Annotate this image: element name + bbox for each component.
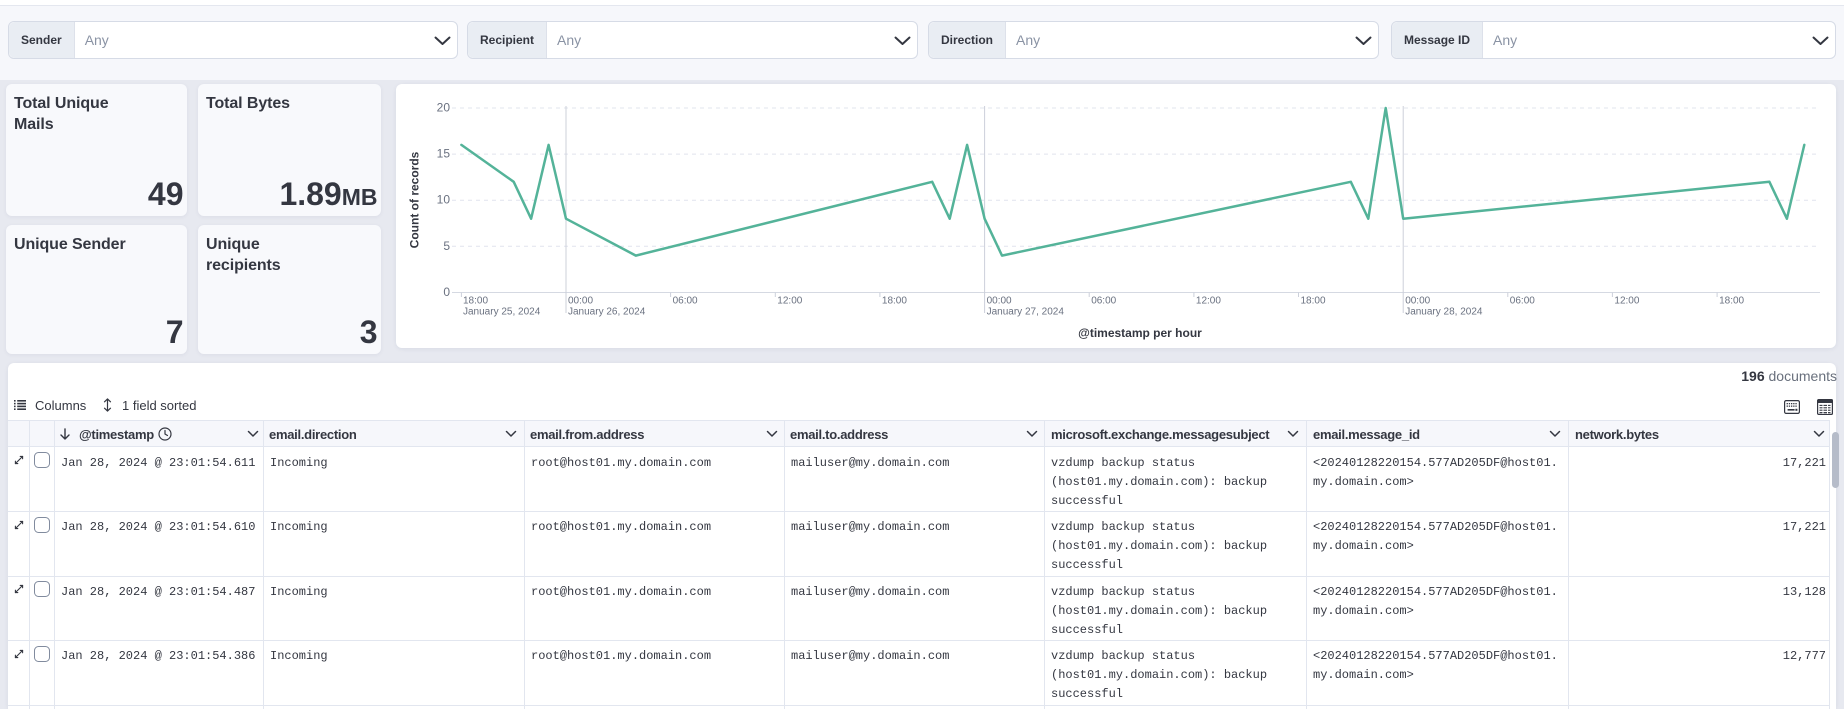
svg-text:00:00: 00:00 — [1405, 296, 1430, 307]
svg-text:January 27, 2024: January 27, 2024 — [987, 307, 1065, 318]
svg-text:00:00: 00:00 — [568, 296, 593, 307]
svg-text:January 25, 2024: January 25, 2024 — [463, 307, 541, 318]
svg-text:18:00: 18:00 — [1719, 296, 1744, 307]
svg-text:5: 5 — [443, 239, 450, 253]
svg-text:January 28, 2024: January 28, 2024 — [1405, 307, 1483, 318]
svg-text:12:00: 12:00 — [777, 296, 802, 307]
svg-text:06:00: 06:00 — [1510, 296, 1535, 307]
svg-text:20: 20 — [437, 101, 451, 115]
svg-text:18:00: 18:00 — [882, 296, 907, 307]
svg-text:18:00: 18:00 — [1301, 296, 1326, 307]
svg-text:January 26, 2024: January 26, 2024 — [568, 307, 646, 318]
svg-text:00:00: 00:00 — [987, 296, 1012, 307]
svg-text:10: 10 — [437, 193, 451, 207]
svg-text:@timestamp per hour: @timestamp per hour — [1078, 326, 1202, 340]
svg-text:12:00: 12:00 — [1614, 296, 1639, 307]
svg-text:0: 0 — [443, 285, 450, 299]
svg-text:Count of records: Count of records — [408, 151, 422, 248]
svg-text:06:00: 06:00 — [1091, 296, 1116, 307]
svg-text:06:00: 06:00 — [673, 296, 698, 307]
svg-text:18:00: 18:00 — [463, 296, 488, 307]
svg-text:15: 15 — [437, 147, 451, 161]
svg-text:12:00: 12:00 — [1196, 296, 1221, 307]
